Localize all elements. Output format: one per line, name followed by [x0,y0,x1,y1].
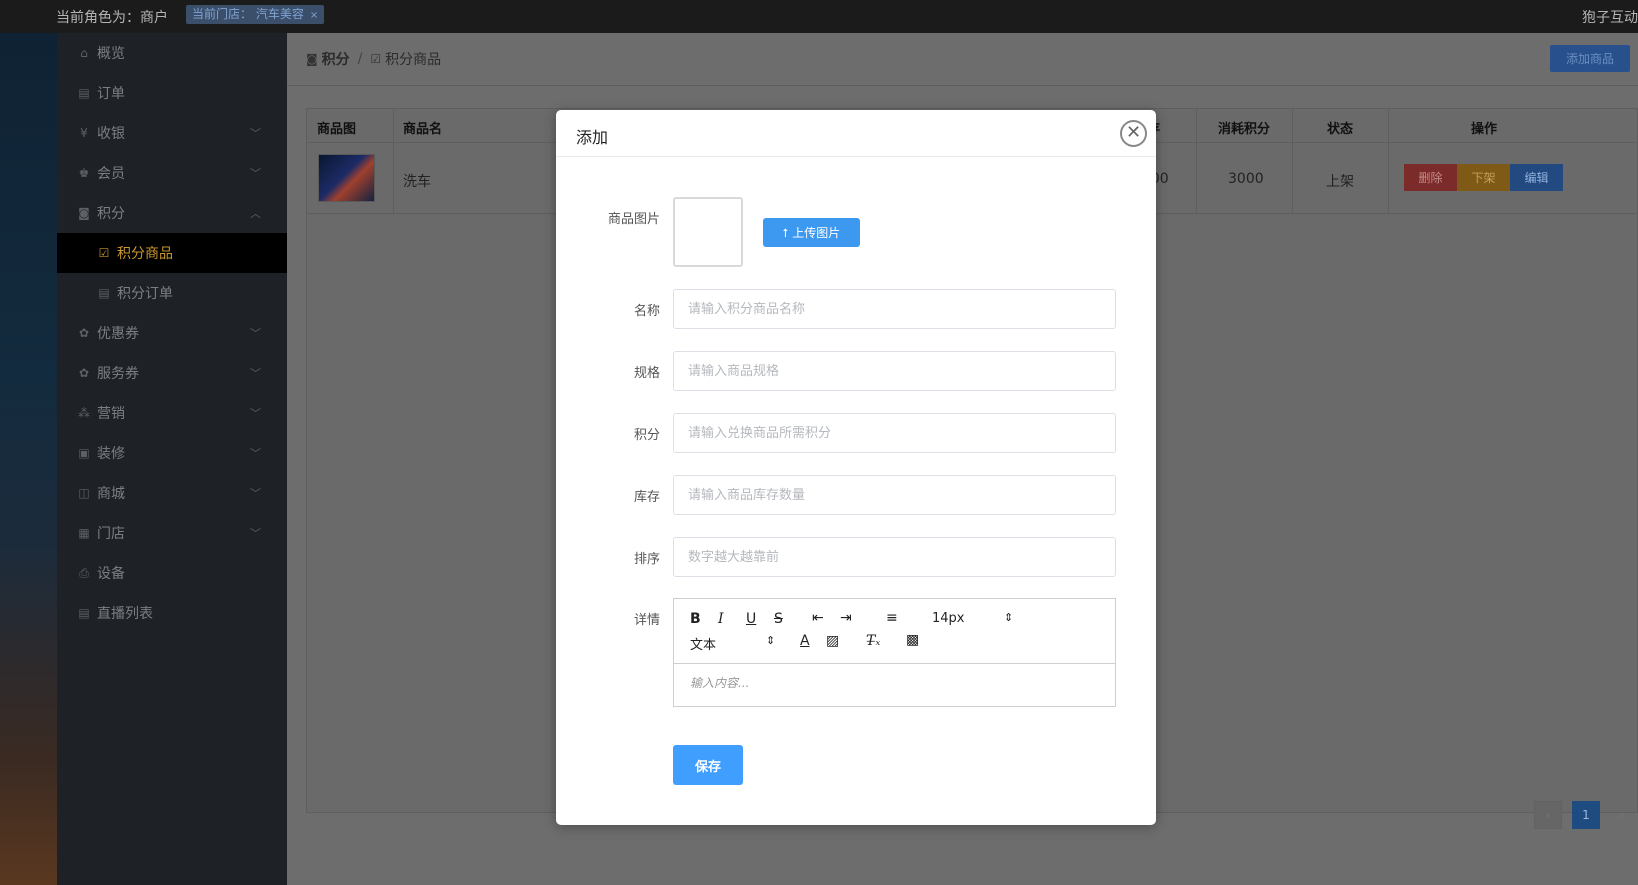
font-color-button[interactable]: A [800,633,810,649]
image-icon[interactable]: ▩ [906,632,919,648]
align-icon[interactable]: ≡ [886,610,898,626]
stock-label: 库存 [633,490,660,505]
add-goods-dialog: 添加 ✕ 商品图片 ⭡ 上传图片 名称 规格 积分 库存 排序 详情 B I U… [556,110,1156,825]
editor-toolbar: B I U S ⇤ ⇥ ≡ 14px ⇕ 文本 ⇕ A ▨ T̶ₓ ▩ [674,599,1115,664]
bold-button[interactable]: B [690,611,701,627]
close-icon[interactable]: ✕ [1120,120,1147,147]
italic-button[interactable]: I [718,611,724,627]
upload-image-button[interactable]: ⭡ 上传图片 [763,218,860,247]
indent-icon[interactable]: ⇥ [840,610,852,626]
sort-input[interactable] [673,537,1116,577]
text-style-select[interactable]: 文本 [690,634,716,653]
detail-label: 详情 [633,613,660,628]
upload-button-label: 上传图片 [792,226,841,240]
dialog-title: 添加 [576,128,609,147]
name-label: 名称 [633,304,660,319]
strike-button[interactable]: S [774,611,783,627]
font-size-select[interactable]: 14px [932,611,965,626]
upload-icon: ⭡ [782,226,793,240]
name-input[interactable] [673,289,1116,329]
underline-button[interactable]: U [746,611,756,627]
spec-input[interactable] [673,351,1116,391]
background-color-icon[interactable]: ▨ [826,633,839,649]
editor-content-area[interactable]: 输入内容... [690,674,749,691]
dialog-header: 添加 ✕ [556,110,1156,157]
outdent-icon[interactable]: ⇤ [812,610,824,626]
image-label: 商品图片 [607,212,660,227]
image-preview[interactable] [673,197,743,267]
stock-input[interactable] [673,475,1116,515]
save-button[interactable]: 保存 [673,745,743,785]
points-input[interactable] [673,413,1116,453]
spec-label: 规格 [633,366,660,381]
select-arrows-icon: ⇕ [1004,611,1014,624]
sort-label: 排序 [633,552,660,567]
select-arrows-icon: ⇕ [766,634,776,647]
points-label: 积分 [633,428,660,443]
clear-format-icon[interactable]: T̶ₓ [866,633,880,649]
rich-text-editor: B I U S ⇤ ⇥ ≡ 14px ⇕ 文本 ⇕ A ▨ T̶ₓ ▩ 输入内容… [673,598,1116,707]
